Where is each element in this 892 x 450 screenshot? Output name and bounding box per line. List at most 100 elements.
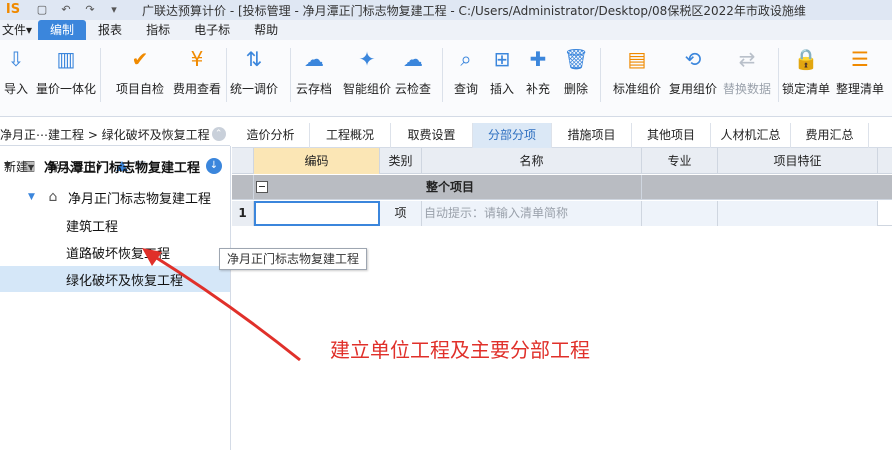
tab-1[interactable]: 工程概况	[310, 123, 391, 148]
menu-item-3[interactable]: 指标	[134, 20, 182, 40]
tree-item-label: 绿化破坏及恢复工程	[66, 273, 184, 289]
ribbon-separator	[290, 48, 291, 102]
cloud-save-icon: ☁	[304, 47, 324, 71]
tab-4[interactable]: 措施项目	[552, 123, 632, 148]
ribbon-button-15[interactable]: 🔒 锁定清单	[776, 46, 836, 102]
ribbon-button-3[interactable]: ¥ 费用查看	[167, 46, 227, 102]
table-row[interactable]: 1 项 自动提示：请输入清单简称	[232, 201, 892, 226]
cloud-check-icon: ☁	[403, 47, 423, 71]
smart-price-icon: ✦	[358, 47, 376, 71]
building-icon: ▥	[22, 158, 36, 174]
ribbon-button-label: 替换数据	[722, 82, 771, 96]
feature-cell[interactable]	[718, 201, 878, 226]
column-header-code[interactable]: 编码	[254, 148, 380, 174]
major-cell[interactable]	[642, 201, 718, 226]
title-bar: IS ▢ ↶ ↷ ▾ 广联达预算计价 - [投标管理 - 净月潭正门标志物复建工…	[0, 0, 892, 20]
menu-item-4[interactable]: 电子标	[182, 20, 242, 40]
tree-item[interactable]: ▼ ▥ 净月潭正门标志物复建工程	[0, 153, 230, 179]
category-cell[interactable]: 项	[380, 201, 422, 226]
cost-view-icon: ¥	[190, 47, 204, 71]
tab-6[interactable]: 人材机汇总	[711, 123, 791, 148]
ribbon-button-label: 项目自检	[115, 82, 164, 96]
tree-item[interactable]: ▼ ⌂ 净月正门标志物复建工程	[0, 184, 230, 210]
code-cell[interactable]	[254, 201, 380, 226]
customize-quick-access-icon[interactable]: ▾	[106, 3, 122, 17]
ribbon-button-14: ⇄ 替换数据	[717, 46, 777, 102]
column-header-name[interactable]: 名称	[422, 148, 642, 174]
menu-item-0[interactable]: 文件▾	[0, 20, 38, 40]
ribbon-button-4[interactable]: ⇅ 统一调价	[224, 46, 284, 102]
annotation-text: 建立单位工程及主要分部工程	[330, 338, 590, 362]
column-header-category[interactable]: 类别	[380, 148, 422, 174]
tab-3[interactable]: 分部分项	[473, 123, 552, 148]
name-cell[interactable]: 自动提示：请输入清单简称	[422, 201, 642, 226]
grid-header: 编码 类别 名称 专业 项目特征	[232, 148, 892, 174]
menu-item-5[interactable]: 帮助	[242, 20, 290, 40]
collapse-group-icon[interactable]	[256, 181, 268, 193]
bill-grid: 编码 类别 名称 专业 项目特征 整个项目 1 项 自动提示：请输入清单简称	[232, 148, 892, 450]
app-logo: IS	[5, 2, 21, 17]
tree-item[interactable]: 道路破坏恢复工程	[0, 239, 230, 265]
ribbon-button-label: 统一调价	[229, 82, 278, 96]
group-row-number	[232, 175, 254, 200]
breadcrumb-text[interactable]: 净月正⋯建工程 > 绿化破坏及恢复工程	[0, 126, 210, 143]
group-name: 整个项目	[422, 175, 642, 200]
expand-toggle-icon[interactable]: ▼	[28, 192, 38, 202]
window-title: 广联达预算计价 - [投标管理 - 净月潭正门标志物复建工程 - C:/User…	[142, 3, 806, 18]
tab-5[interactable]: 其他项目	[632, 123, 711, 148]
ribbon-separator	[442, 48, 443, 102]
ribbon-button-13[interactable]: ⟲ 复用组价	[663, 46, 723, 102]
group-row[interactable]: 整个项目	[232, 175, 892, 200]
menu-item-2[interactable]: 报表	[86, 20, 134, 40]
ribbon-separator	[600, 48, 601, 102]
main-tabs: 造价分析 工程概况 取费设置 分部分项 措施项目 其他项目 人材机汇总 费用汇总	[232, 123, 892, 148]
tree-item[interactable]: 建筑工程	[0, 212, 230, 238]
lock-list-icon: 🔒	[793, 47, 819, 71]
delete-icon: 🗑	[563, 47, 589, 71]
ribbon-button-12[interactable]: ▤ 标准组价	[607, 46, 667, 102]
ribbon-button-1[interactable]: ▥ 量价一体化	[36, 46, 96, 102]
save-icon[interactable]: ▢	[34, 3, 50, 17]
replace-data-icon: ⇄	[738, 47, 756, 71]
tree-item-label: 净月正门标志物复建工程	[68, 191, 212, 207]
ribbon-button-label: 费用查看	[172, 82, 221, 96]
quantity-price-icon: ▥	[56, 47, 76, 71]
price-adjust-icon: ⇅	[245, 47, 263, 71]
self-check-icon: ✔	[131, 47, 149, 71]
column-header-feature[interactable]: 项目特征	[718, 148, 878, 174]
ribbon-button-label: 量价一体化	[36, 82, 97, 96]
ribbon-button-label: 标准组价	[612, 82, 661, 96]
breadcrumb: 净月正⋯建工程 > 绿化破坏及恢复工程 ⌃	[0, 123, 230, 146]
app-window: IS ▢ ↶ ↷ ▾ 广联达预算计价 - [投标管理 - 净月潭正门标志物复建工…	[0, 0, 892, 450]
redo-icon[interactable]: ↷	[82, 3, 98, 17]
ribbon-button-11[interactable]: 🗑 删除	[546, 46, 606, 102]
ribbon-button-5[interactable]: ☁ 云存档	[284, 46, 344, 102]
row-number: 1	[232, 201, 254, 226]
import-icon: ⇩	[7, 47, 25, 71]
ribbon-button-label: 云检查	[394, 82, 431, 96]
tab-0[interactable]: 造价分析	[232, 123, 310, 148]
tree-item[interactable]: 绿化破坏及恢复工程	[0, 266, 230, 292]
expand-toggle-icon[interactable]: ▼	[4, 161, 14, 171]
ribbon-separator	[226, 48, 227, 102]
row-number-header	[232, 148, 254, 174]
collapse-panel-icon[interactable]: ⌃	[211, 127, 226, 141]
undo-icon[interactable]: ↶	[58, 3, 74, 17]
tree-item-label: 净月潭正门标志物复建工程	[44, 160, 201, 176]
ribbon-button-7[interactable]: ☁ 云检查	[383, 46, 443, 102]
tree-item-label: 建筑工程	[66, 219, 119, 235]
ribbon-toolbar: ⇩ 导入 ▥ 量价一体化 ✔ 项目自检 ¥ 费用查看 ⇅ 统一调价 ☁ 云存档 ✦ 智能组价 ☁ 云检查 ⌕ 查询…	[0, 40, 892, 117]
tab-7[interactable]: 费用汇总	[791, 123, 869, 148]
tab-2[interactable]: 取费设置	[391, 123, 473, 148]
menu-item-1[interactable]: 编制	[38, 20, 87, 40]
ribbon-button-label: 锁定清单	[781, 82, 830, 96]
ribbon-button-2[interactable]: ✔ 项目自检	[110, 46, 170, 102]
ribbon-separator	[100, 48, 101, 102]
column-header-major[interactable]: 专业	[642, 148, 718, 174]
organize-list-icon: ☰	[851, 47, 869, 71]
ribbon-button-16[interactable]: ☰ 整理清单	[830, 46, 890, 102]
reuse-price-icon: ⟲	[684, 47, 702, 71]
tree-item-label: 道路破坏恢复工程	[66, 246, 171, 262]
menu-bar: 文件▾ 编制 报表 指标 电子标 帮助	[0, 20, 892, 40]
